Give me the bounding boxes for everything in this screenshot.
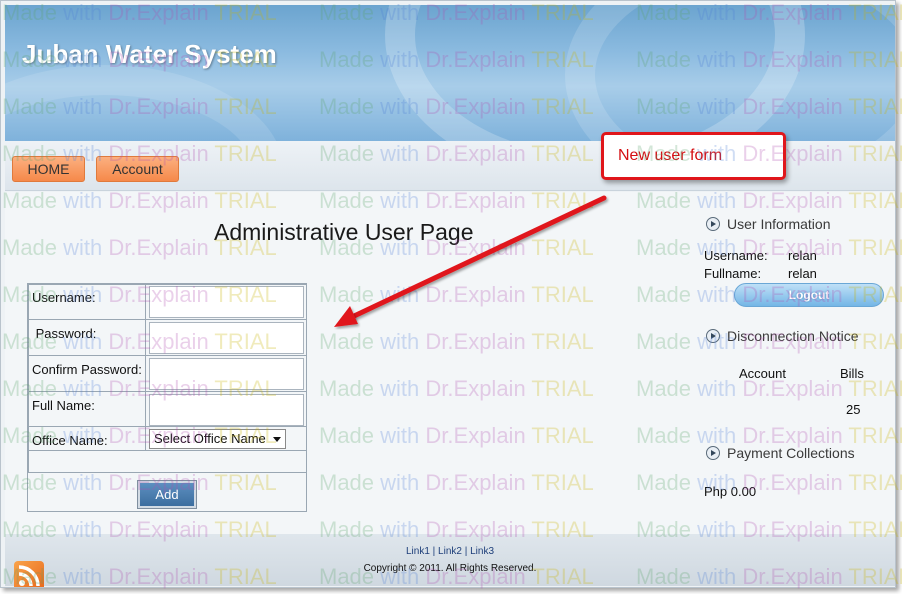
full-name-field[interactable]: [149, 394, 304, 426]
fullname-info-value: relan: [788, 266, 817, 281]
user-information-heading: User Information: [727, 216, 831, 232]
footer-separator: |: [429, 546, 439, 557]
bills-column-header: Bills: [840, 366, 864, 381]
footer-link-1[interactable]: Link1: [406, 546, 430, 557]
full-name-label: Full Name:: [32, 398, 95, 413]
payment-amount: Php 0.00: [704, 484, 757, 499]
username-field[interactable]: [149, 286, 304, 318]
footer-link-2[interactable]: Link2: [438, 546, 462, 557]
main-content: Administrative User Page Username: Passw…: [5, 192, 895, 534]
password-field[interactable]: [149, 322, 304, 354]
arrow-circle-icon: [706, 217, 720, 231]
bills-value: 25: [846, 402, 861, 417]
confirm-password-field[interactable]: [149, 358, 304, 390]
confirm-password-label: Confirm Password:: [32, 362, 142, 377]
username-label: Username:: [32, 290, 96, 305]
logout-button[interactable]: Logout: [734, 283, 884, 307]
site-header: Juban Water System: [5, 5, 895, 141]
office-select-value: Select Office Name: [154, 431, 266, 446]
disconnection-notice-heading: Disconnection Notice: [727, 328, 859, 344]
username-info-value: relan: [788, 248, 817, 263]
nav-home-button[interactable]: HOME: [12, 156, 85, 182]
app-window: Juban Water System HOME Account Administ…: [0, 0, 896, 588]
office-name-label: Office Name:: [32, 433, 108, 448]
copyright-text: Copyright © 2011. All Rights Reserved.: [363, 563, 537, 574]
nav-account-button[interactable]: Account: [96, 156, 179, 182]
add-button[interactable]: Add: [137, 480, 197, 509]
site-footer: Link1 | Link2 | Link3 Copyright © 2011. …: [5, 534, 895, 587]
site-title: Juban Water System: [22, 39, 277, 69]
footer-link-3[interactable]: Link3: [470, 546, 494, 557]
payment-collections-heading: Payment Collections: [727, 445, 855, 461]
fullname-info-label: Fullname:: [704, 266, 762, 281]
password-label: Password:: [32, 326, 97, 341]
office-name-select[interactable]: Select Office Name: [149, 429, 286, 449]
username-info-label: Username:: [704, 248, 768, 263]
footer-links: Link1 | Link2 | Link3: [5, 546, 895, 557]
callout-text: New user form: [618, 147, 723, 164]
arrow-circle-icon: [706, 446, 720, 460]
arrow-circle-icon: [706, 329, 720, 343]
rss-icon[interactable]: [14, 561, 44, 587]
footer-separator: |: [461, 546, 471, 557]
chevron-down-icon: [273, 437, 281, 442]
new-user-form: Username: Password: Confirm Password: Fu…: [27, 283, 307, 512]
account-column-header: Account: [739, 366, 786, 381]
page-title: Administrative User Page: [214, 219, 474, 245]
annotation-callout: New user form: [601, 132, 786, 180]
